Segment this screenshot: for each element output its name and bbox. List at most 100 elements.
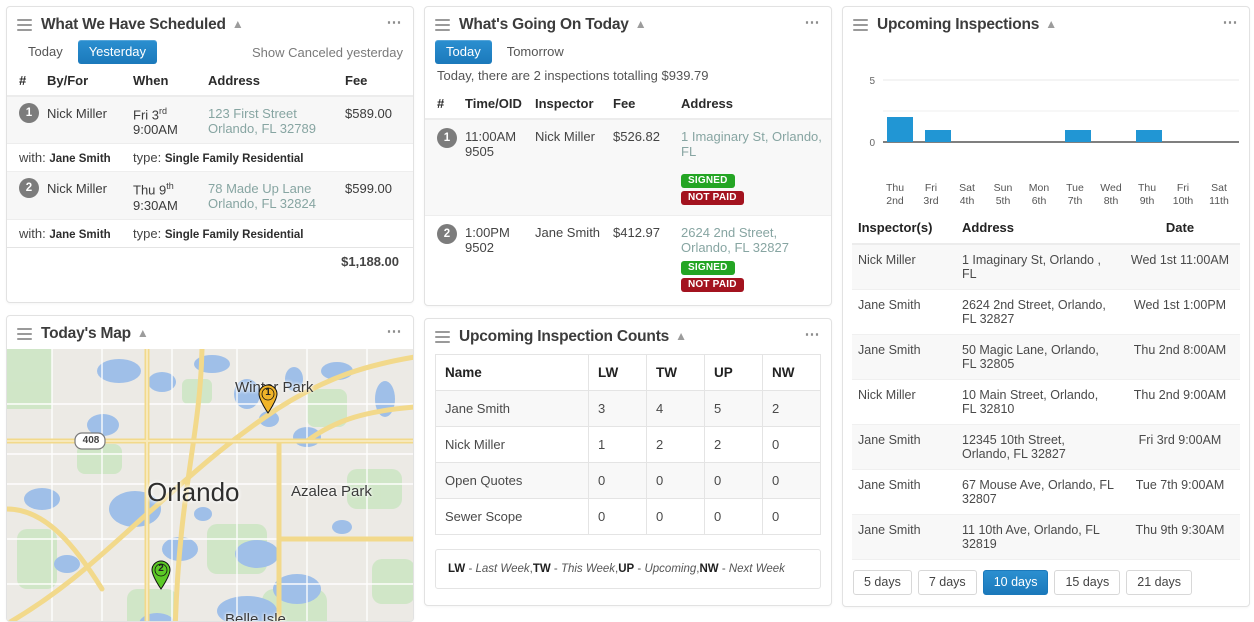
- row-time: 9:30AM: [133, 198, 178, 213]
- table-row[interactable]: Sewer Scope 0 0 0 0: [436, 499, 821, 535]
- range-button-10-days[interactable]: 10 days: [983, 570, 1049, 595]
- table-row[interactable]: Jane Smith 3 4 5 2: [436, 391, 821, 427]
- row-address-line1[interactable]: 123 First Street: [208, 106, 297, 121]
- tab-yesterday[interactable]: Yesterday: [78, 40, 157, 64]
- row-address[interactable]: 123 First Street Orlando, FL 32789: [204, 96, 333, 144]
- row-time-oid: 1:00PM 9502: [461, 216, 531, 299]
- cell-name: Open Quotes: [436, 463, 589, 499]
- table-row[interactable]: Open Quotes 0 0 0 0: [436, 463, 821, 499]
- row-time-oid: 11:00AM 9505: [461, 119, 531, 216]
- col-byfor: By/For: [43, 66, 129, 96]
- table-row[interactable]: Jane Smith 67 Mouse Ave, Orlando, FL 328…: [852, 470, 1240, 515]
- cell-lw: 0: [589, 463, 647, 499]
- row-address-line1[interactable]: 78 Made Up Lane: [208, 181, 311, 196]
- table-row[interactable]: Jane Smith 11 10th Ave, Orlando, FL 3281…: [852, 515, 1240, 560]
- tab-tomorrow[interactable]: Tomorrow: [496, 40, 575, 64]
- row-address-line2[interactable]: Orlando, FL 32789: [208, 121, 316, 136]
- chevron-up-icon[interactable]: ▲: [137, 327, 149, 339]
- cell-tw: 0: [647, 499, 705, 535]
- upcoming-inspections-table: Inspector(s) Address Date Nick Miller 1 …: [852, 216, 1240, 560]
- chevron-up-icon[interactable]: ▲: [675, 330, 687, 342]
- row-number-badge: 1: [437, 128, 457, 148]
- right-column: Upcoming Inspections ▲ ⋯ 5 0: [842, 6, 1250, 622]
- hamburger-icon[interactable]: [435, 19, 450, 31]
- xtick-day: Sat: [959, 182, 975, 194]
- table-row[interactable]: Jane Smith 12345 10th Street, Orlando, F…: [852, 425, 1240, 470]
- hamburger-icon[interactable]: [17, 19, 32, 31]
- range-button-15-days[interactable]: 15 days: [1054, 570, 1120, 595]
- row-address-cell[interactable]: 1 Imaginary St, Orlando, FL SIGNED NOT P…: [673, 119, 831, 216]
- cell-tw: 2: [647, 427, 705, 463]
- xtick-date: 7th: [1068, 195, 1083, 207]
- chevron-up-icon[interactable]: ▲: [1045, 18, 1057, 30]
- cell-address: 10 Main Street, Orlando, FL 32810: [956, 380, 1120, 425]
- row-address-line2[interactable]: Orlando, FL 32824: [208, 196, 316, 211]
- row-address[interactable]: 1 Imaginary St, Orlando, FL: [681, 129, 822, 159]
- col-lw: LW: [589, 355, 647, 391]
- table-row[interactable]: Nick Miller 10 Main Street, Orlando, FL …: [852, 380, 1240, 425]
- cell-name: Sewer Scope: [436, 499, 589, 535]
- row-inspector: Jane Smith: [531, 216, 609, 299]
- tab-today[interactable]: Today: [435, 40, 492, 64]
- map-label-orlando: Orlando: [147, 477, 240, 508]
- map-canvas[interactable]: 408 Winter Park Orlando Azalea Park Bell…: [7, 349, 413, 622]
- table-row[interactable]: 2 1:00PM 9502 Jane Smith $412.97 2624 2n…: [425, 216, 831, 299]
- panel-upcoming-inspections: Upcoming Inspections ▲ ⋯ 5 0: [842, 6, 1250, 607]
- xtick-sat-11th: Sat11th: [1201, 182, 1237, 208]
- col-nw: NW: [763, 355, 821, 391]
- hamburger-icon[interactable]: [17, 328, 32, 340]
- cell-tw: 0: [647, 463, 705, 499]
- legend-sep-4: -: [719, 563, 729, 575]
- table-row[interactable]: 1 Nick Miller Fri 3rd 9:00AM 123 First S…: [7, 96, 413, 144]
- table-row[interactable]: Nick Miller 1 2 2 0: [436, 427, 821, 463]
- table-row[interactable]: Nick Miller 1 Imaginary St, Orlando , FL…: [852, 244, 1240, 290]
- show-canceled-link[interactable]: Show Canceled yesterday: [252, 45, 403, 60]
- cell-nw: 2: [763, 391, 821, 427]
- cell-address: 50 Magic Lane, Orlando, FL 32805: [956, 335, 1120, 380]
- cell-lw: 0: [589, 499, 647, 535]
- ellipsis-icon[interactable]: ⋯: [1223, 19, 1240, 27]
- range-button-21-days[interactable]: 21 days: [1126, 570, 1192, 595]
- ellipsis-icon[interactable]: ⋯: [805, 331, 822, 339]
- cell-nw: 0: [763, 427, 821, 463]
- legend-nw-key: NW: [699, 563, 718, 575]
- range-button-5-days[interactable]: 5 days: [853, 570, 912, 595]
- xtick-fri-3rd: Fri3rd: [913, 182, 949, 208]
- chevron-up-icon[interactable]: ▲: [635, 18, 647, 30]
- row-address[interactable]: 2624 2nd Street, Orlando, FL 32827: [681, 225, 789, 255]
- row-address[interactable]: 78 Made Up Lane Orlando, FL 32824: [204, 172, 333, 219]
- table-row[interactable]: 2 Nick Miller Thu 9th 9:30AM 78 Made Up …: [7, 172, 413, 219]
- col-fee: Fee: [609, 89, 673, 119]
- hamburger-icon[interactable]: [853, 19, 868, 31]
- row-address-cell[interactable]: 2624 2nd Street, Orlando, FL 32827 SIGNE…: [673, 216, 831, 299]
- today-header: What's Going On Today ▲ ⋯: [425, 7, 831, 40]
- xtick-day: Fri: [925, 182, 937, 194]
- map-pin-2[interactable]: 2: [150, 560, 172, 590]
- col-inspectors: Inspector(s): [852, 216, 956, 244]
- row-day-suffix: th: [166, 181, 174, 191]
- xtick-tue-7th: Tue7th: [1057, 182, 1093, 208]
- chevron-up-icon[interactable]: ▲: [232, 18, 244, 30]
- cell-date: Thu 2nd 8:00AM: [1120, 335, 1240, 380]
- map-pin-1-label: 1: [257, 387, 279, 398]
- ellipsis-icon[interactable]: ⋯: [387, 328, 404, 336]
- row-time: 1:00PM: [465, 225, 510, 240]
- ellipsis-icon[interactable]: ⋯: [387, 19, 404, 27]
- table-row[interactable]: 1 11:00AM 9505 Nick Miller $526.82 1 Ima…: [425, 119, 831, 216]
- ellipsis-icon[interactable]: ⋯: [805, 19, 822, 27]
- map-label-belle-isle: Belle Isle: [225, 611, 286, 622]
- scheduled-table: # By/For When Address Fee 1 Nick Miller …: [7, 66, 413, 275]
- xtick-day: Thu: [886, 182, 904, 194]
- xtick-sat-4th: Sat4th: [949, 182, 985, 208]
- cell-up: 0: [705, 499, 763, 535]
- table-row[interactable]: Jane Smith 50 Magic Lane, Orlando, FL 32…: [852, 335, 1240, 380]
- map-pin-1[interactable]: 1: [257, 384, 279, 414]
- xtick-day: Tue: [1066, 182, 1084, 194]
- table-row[interactable]: Jane Smith 2624 2nd Street, Orlando, FL …: [852, 290, 1240, 335]
- row-when: Thu 9th 9:30AM: [129, 172, 204, 219]
- chart-x-axis-labels: Thu2nd Fri3rd Sat4th Sun5th Mon6th Tue7t…: [877, 182, 1237, 208]
- hamburger-icon[interactable]: [435, 331, 450, 343]
- cell-inspector: Nick Miller: [852, 380, 956, 425]
- tab-today[interactable]: Today: [17, 40, 74, 64]
- range-button-7-days[interactable]: 7 days: [918, 570, 977, 595]
